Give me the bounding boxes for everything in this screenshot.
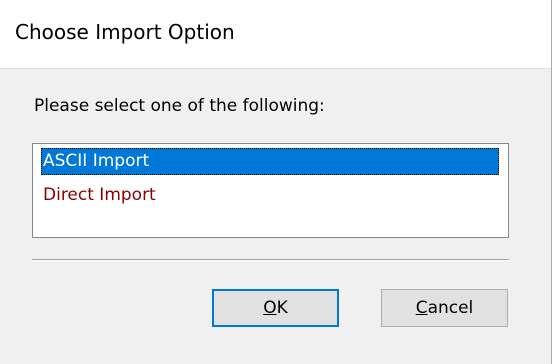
ok-label-rest: K xyxy=(276,298,288,318)
option-direct-import[interactable]: Direct Import xyxy=(41,182,156,209)
ok-button[interactable]: OK xyxy=(212,289,339,327)
cancel-mnemonic: C xyxy=(415,298,428,318)
import-option-dialog: Choose Import Option Please select one o… xyxy=(0,0,552,364)
option-ascii-import[interactable]: ASCII Import xyxy=(41,148,499,175)
instruction-label: Please select one of the following: xyxy=(34,96,325,116)
separator-line xyxy=(32,259,509,261)
import-options-listbox[interactable]: ASCII Import Direct Import xyxy=(32,143,509,238)
ok-mnemonic: O xyxy=(263,298,277,318)
cancel-label-rest: ancel xyxy=(427,298,474,318)
dialog-title: Choose Import Option xyxy=(15,20,235,44)
cancel-button[interactable]: Cancel xyxy=(381,289,508,327)
title-bar[interactable]: Choose Import Option xyxy=(0,0,551,69)
